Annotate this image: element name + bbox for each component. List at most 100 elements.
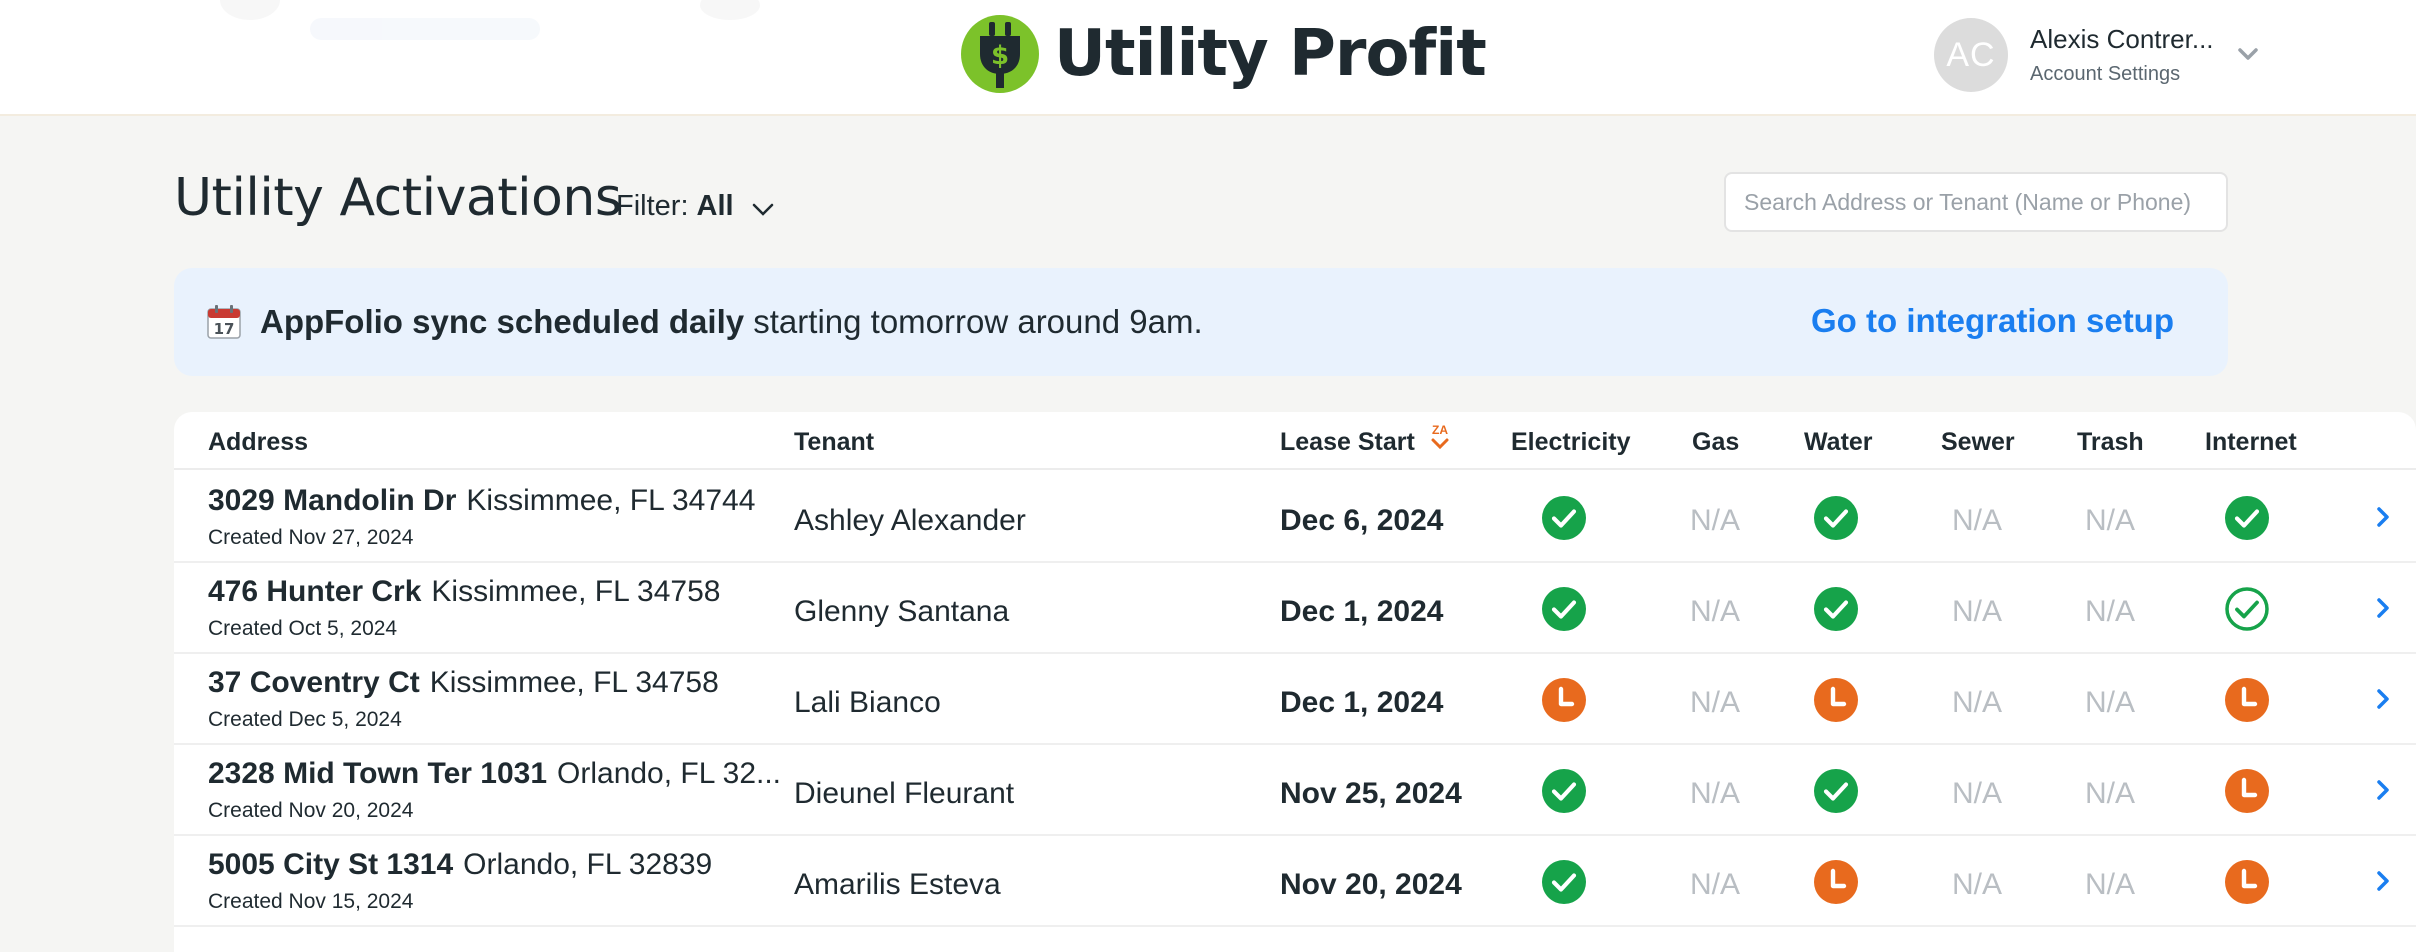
table-row[interactable]: 37 Coventry Ct Kissimmee, FL 34758 Created… (174, 654, 2416, 745)
table-row[interactable]: 3029 Mandolin Dr Kissimmee, FL 34744 Creat… (174, 472, 2416, 563)
sewer-status-na: N/A (1952, 686, 2003, 719)
search-input[interactable] (1724, 172, 2228, 232)
address-city: Kissimmee, FL 34758 (431, 575, 721, 608)
chevron-right-icon[interactable] (2370, 593, 2396, 623)
address-city: Kissimmee, FL 34744 (466, 484, 756, 517)
address-street: 2328 Mid Town Ter 1031 (208, 757, 548, 790)
sort-indicator-text: ZA (1432, 423, 1448, 437)
address: 476 Hunter Crk Kissimmee, FL 34758 (208, 575, 720, 609)
column-tenant[interactable]: Tenant (794, 428, 874, 457)
plug-dollar-icon: $ (961, 15, 1039, 93)
gas-status-na: N/A (1690, 686, 1741, 719)
address-street: 5005 City St 1314 (208, 848, 454, 881)
tenant-name: Ashley Alexander (794, 504, 1026, 537)
banner-bold-text: AppFolio sync scheduled daily (260, 303, 745, 340)
address: 3029 Mandolin Dr Kissimmee, FL 34744 (208, 484, 755, 518)
chevron-right-icon[interactable] (2370, 502, 2396, 532)
created-date: Created Nov 15, 2024 (208, 890, 414, 913)
check-circle-icon (2225, 496, 2269, 540)
tenant-name: Dieunel Fleurant (794, 777, 1015, 810)
address-city: Orlando, FL 32... (557, 757, 782, 790)
column-lease-start[interactable]: Lease Start ZA (1280, 423, 1452, 457)
calendar-icon: 17 (207, 305, 241, 339)
clock-icon (1542, 678, 1586, 722)
check-circle-icon (1814, 769, 1858, 813)
column-address[interactable]: Address (208, 428, 308, 457)
chevron-down-icon[interactable] (2234, 40, 2262, 68)
chevron-right-icon[interactable] (2370, 684, 2396, 714)
clock-icon (2225, 678, 2269, 722)
filter-value: All (696, 190, 734, 222)
chevron-down-icon (752, 203, 773, 216)
check-circle-outline-icon (2225, 587, 2269, 631)
column-sewer: Sewer (1941, 428, 2015, 456)
address: 37 Coventry Ct Kissimmee, FL 34758 (208, 666, 719, 700)
address-street: 3029 Mandolin Dr (208, 484, 457, 517)
address-street: 476 Hunter Crk (208, 575, 422, 608)
lease-start: Nov 25, 2024 (1280, 777, 1462, 810)
check-circle-icon (1814, 496, 1858, 540)
table-header: Address Tenant Lease Start ZA Electricit… (174, 412, 2416, 470)
lease-start: Dec 6, 2024 (1280, 504, 1444, 537)
check-circle-icon (1542, 587, 1586, 631)
account-menu[interactable]: AC Alexis Contrer... Account Settings (1934, 18, 2264, 92)
check-circle-icon (1542, 496, 1586, 540)
check-circle-icon (1542, 769, 1586, 813)
clock-icon (2225, 769, 2269, 813)
filter-label: Filter: (616, 190, 689, 222)
sort-desc-icon[interactable]: ZA (1428, 422, 1452, 452)
chevron-right-icon[interactable] (2370, 866, 2396, 896)
gas-status-na: N/A (1690, 595, 1741, 628)
table-row[interactable]: 5005 City St 1314 Orlando, FL 32839 Create… (174, 836, 2416, 927)
top-bar: $ Utility Profit AC Alexis Contrer... Ac… (0, 0, 2416, 116)
created-date: Created Nov 27, 2024 (208, 526, 414, 549)
chevron-right-icon[interactable] (2370, 775, 2396, 805)
table-row[interactable]: 2328 Mid Town Ter 1031 Orlando, FL 32... C… (174, 745, 2416, 836)
account-settings-label[interactable]: Account Settings (2030, 63, 2214, 86)
trash-status-na: N/A (2085, 595, 2136, 628)
trash-status-na: N/A (2085, 868, 2136, 901)
tenant-name: Amarilis Esteva (794, 868, 1001, 901)
tenant-name: Glenny Santana (794, 595, 1010, 628)
gas-status-na: N/A (1690, 777, 1741, 810)
avatar[interactable]: AC (1934, 18, 2008, 92)
lease-start: Dec 1, 2024 (1280, 686, 1444, 719)
column-gas: Gas (1692, 428, 1740, 456)
lease-start: Nov 20, 2024 (1280, 868, 1462, 901)
sewer-status-na: N/A (1952, 504, 2003, 537)
gas-status-na: N/A (1690, 868, 1741, 901)
table-row[interactable]: 476 Hunter Crk Kissimmee, FL 34758 Created… (174, 563, 2416, 654)
clock-icon (1814, 678, 1858, 722)
sewer-status-na: N/A (1952, 595, 2003, 628)
created-date: Created Dec 5, 2024 (208, 708, 402, 731)
clock-icon (1814, 860, 1858, 904)
address: 5005 City St 1314 Orlando, FL 32839 (208, 848, 712, 882)
trash-status-na: N/A (2085, 777, 2136, 810)
address: 2328 Mid Town Ter 1031 Orlando, FL 32... (208, 757, 781, 791)
column-lease-start-label: Lease Start (1280, 428, 1415, 456)
column-electricity: Electricity (1511, 428, 1631, 456)
integration-setup-link[interactable]: Go to integration setup (1811, 302, 2174, 340)
column-internet: Internet (2205, 428, 2297, 456)
banner-text: starting tomorrow around 9am. (744, 303, 1203, 340)
account-name: Alexis Contrer... (2030, 24, 2214, 54)
column-water: Water (1804, 428, 1873, 456)
sync-banner: 17 AppFolio sync scheduled daily startin… (174, 268, 2228, 376)
page-title: Utility Activations (174, 168, 622, 228)
svg-text:$: $ (991, 41, 1009, 71)
trash-status-na: N/A (2085, 686, 2136, 719)
column-trash: Trash (2077, 428, 2144, 456)
activations-table: Address Tenant Lease Start ZA Electricit… (174, 412, 2416, 952)
sewer-status-na: N/A (1952, 868, 2003, 901)
address-street: 37 Coventry Ct (208, 666, 420, 699)
trash-status-na: N/A (2085, 504, 2136, 537)
created-date: Created Oct 5, 2024 (208, 617, 398, 640)
address-city: Orlando, FL 32839 (463, 848, 713, 881)
sewer-status-na: N/A (1952, 777, 2003, 810)
brand[interactable]: $ Utility Profit (960, 14, 1487, 94)
check-circle-icon (1542, 860, 1586, 904)
clock-icon (2225, 860, 2269, 904)
check-circle-icon (1814, 587, 1858, 631)
svg-text:17: 17 (214, 320, 235, 338)
filter-dropdown[interactable]: Filter: All (616, 190, 774, 223)
